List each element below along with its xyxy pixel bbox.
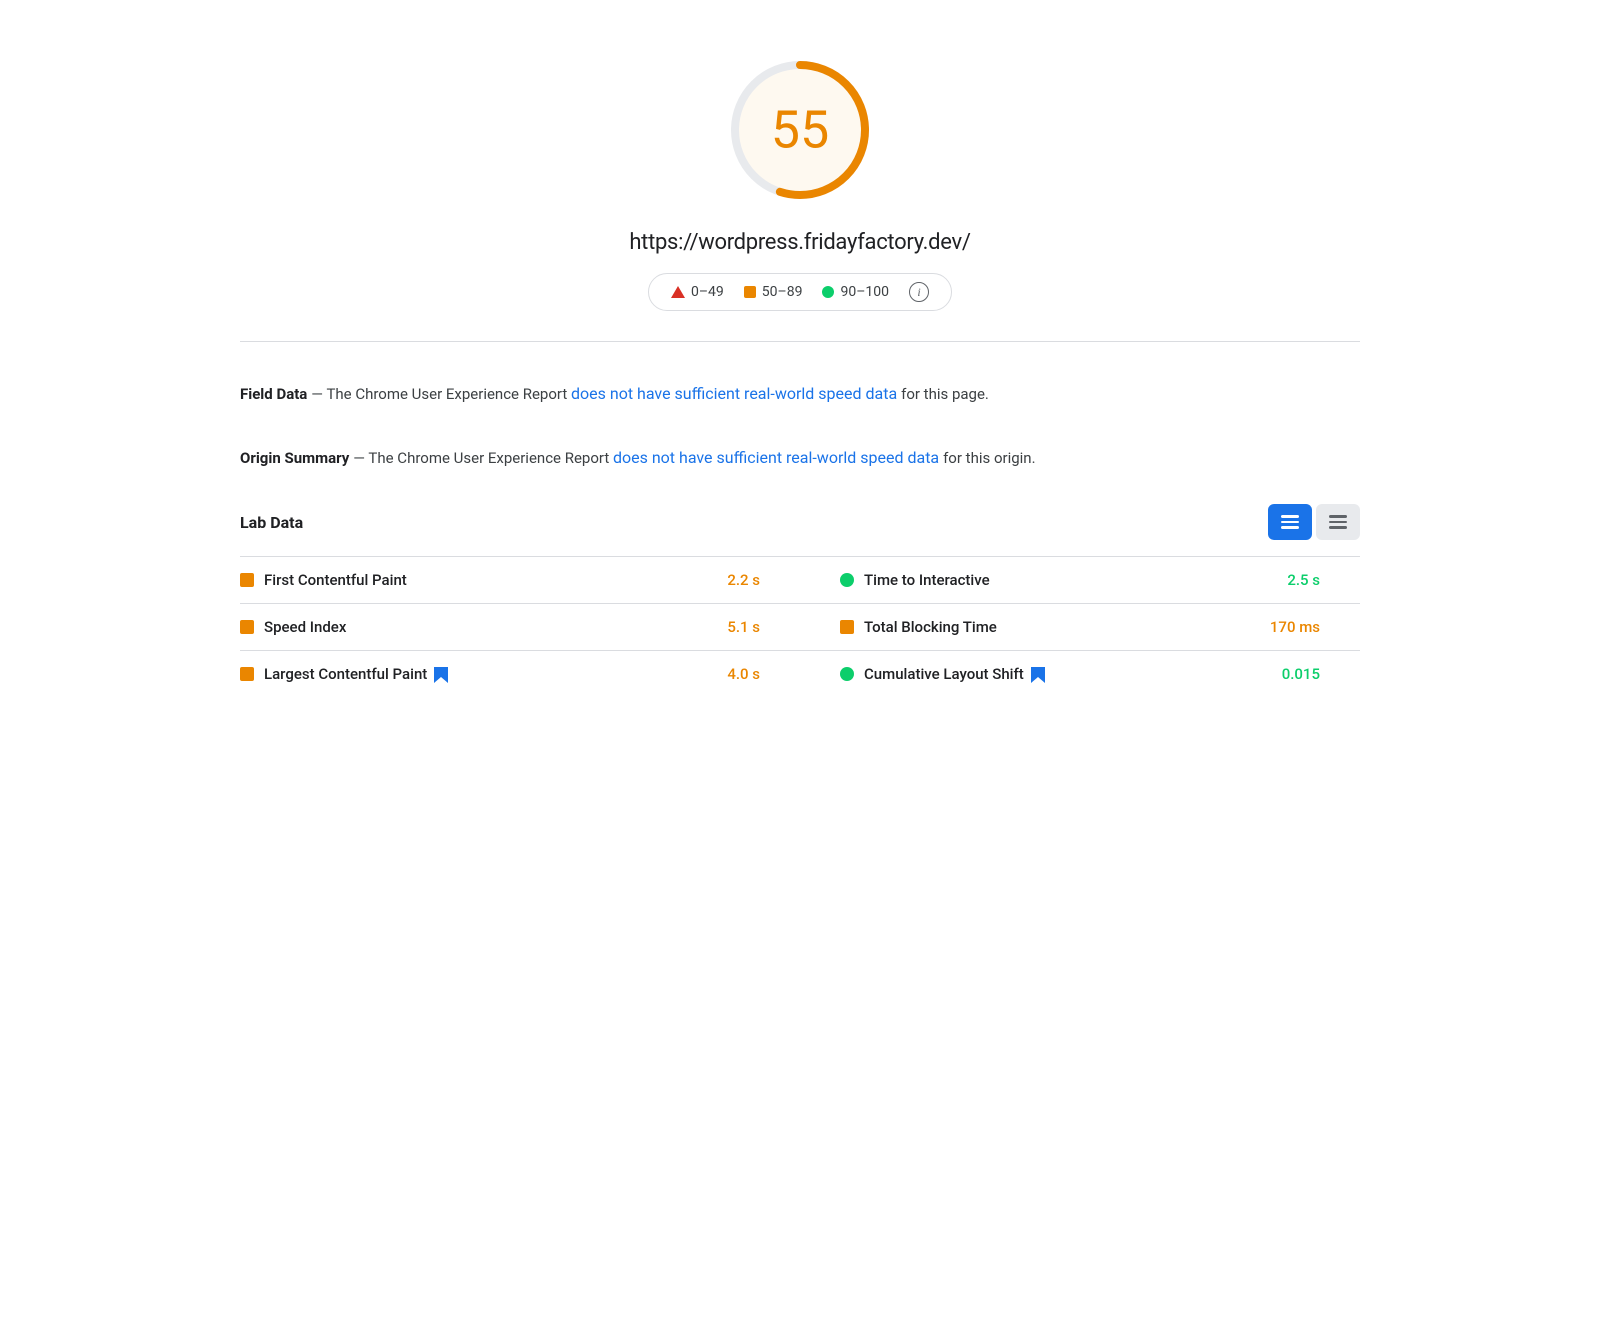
metric-row-si: Speed Index 5.1 s xyxy=(240,603,800,650)
average-icon xyxy=(744,286,756,298)
view-toggle xyxy=(1268,504,1360,540)
cls-value: 0.015 xyxy=(1282,665,1360,683)
list-lines-icon xyxy=(1329,515,1347,529)
field-data-text-before: The Chrome User Experience Report xyxy=(326,385,571,403)
info-icon[interactable]: i xyxy=(909,282,929,302)
score-legend: 0–49 50–89 90–100 i xyxy=(648,273,952,311)
divider xyxy=(240,341,1360,342)
lab-data-header: Lab Data xyxy=(240,494,1360,540)
legend-range-pass: 90–100 xyxy=(840,284,889,300)
si-icon xyxy=(240,620,254,634)
metric-row-cls: Cumulative Layout Shift 0.015 xyxy=(800,650,1360,697)
origin-summary-text-before: The Chrome User Experience Report xyxy=(368,449,613,467)
legend-range-average: 50–89 xyxy=(762,284,803,300)
metric-row-tti: Time to Interactive 2.5 s xyxy=(800,556,1360,603)
si-value: 5.1 s xyxy=(727,618,800,636)
lcp-bookmark-icon xyxy=(434,667,448,683)
origin-summary-link[interactable]: does not have sufficient real-world spee… xyxy=(613,448,939,467)
fcp-label: First Contentful Paint xyxy=(264,571,717,589)
field-data-text-after: for this page. xyxy=(901,385,989,403)
field-data-section: Field Data — The Chrome User Experience … xyxy=(240,366,1360,430)
tti-value: 2.5 s xyxy=(1287,571,1360,589)
legend-range-fail: 0–49 xyxy=(691,284,724,300)
tbt-value: 170 ms xyxy=(1270,618,1360,636)
origin-summary-text-after: for this origin. xyxy=(943,449,1035,467)
lcp-value: 4.0 s xyxy=(727,665,800,683)
origin-summary-section: Origin Summary — The Chrome User Experie… xyxy=(240,430,1360,494)
score-circle: 55 xyxy=(720,50,880,210)
score-url: https://wordpress.fridayfactory.dev/ xyxy=(629,230,970,255)
cls-icon xyxy=(840,667,854,681)
metric-row-tbt: Total Blocking Time 170 ms xyxy=(800,603,1360,650)
score-value: 55 xyxy=(771,100,829,161)
metrics-left-column: First Contentful Paint 2.2 s Speed Index… xyxy=(240,556,800,697)
legend-item-average: 50–89 xyxy=(744,284,803,300)
lab-data-title: Lab Data xyxy=(240,513,303,532)
toggle-list-button[interactable] xyxy=(1316,504,1360,540)
field-data-title: Field Data xyxy=(240,385,307,403)
pass-icon xyxy=(822,286,834,298)
metric-row-fcp: First Contentful Paint 2.2 s xyxy=(240,556,800,603)
tbt-label: Total Blocking Time xyxy=(864,618,1260,636)
field-data-link[interactable]: does not have sufficient real-world spee… xyxy=(571,384,897,403)
legend-item-pass: 90–100 xyxy=(822,284,889,300)
fail-icon xyxy=(671,286,685,298)
origin-summary-dash: — xyxy=(353,449,368,467)
fcp-icon xyxy=(240,573,254,587)
cls-bookmark-icon xyxy=(1031,667,1045,683)
lcp-icon xyxy=(240,667,254,681)
tti-label: Time to Interactive xyxy=(864,571,1277,589)
metrics-right-column: Time to Interactive 2.5 s Total Blocking… xyxy=(800,556,1360,697)
fcp-value: 2.2 s xyxy=(727,571,800,589)
tti-icon xyxy=(840,573,854,587)
tbt-icon xyxy=(840,620,854,634)
metrics-grid: First Contentful Paint 2.2 s Speed Index… xyxy=(240,556,1360,697)
grid-lines-icon xyxy=(1281,515,1299,529)
origin-summary-title: Origin Summary xyxy=(240,449,349,467)
legend-item-fail: 0–49 xyxy=(671,284,724,300)
toggle-grid-button[interactable] xyxy=(1268,504,1312,540)
cls-label: Cumulative Layout Shift xyxy=(864,665,1272,683)
field-data-dash: — xyxy=(311,385,326,403)
si-label: Speed Index xyxy=(264,618,717,636)
lab-data-section: Lab Data Fir xyxy=(240,494,1360,697)
metric-row-lcp: Largest Contentful Paint 4.0 s xyxy=(240,650,800,697)
score-section: 55 https://wordpress.fridayfactory.dev/ … xyxy=(240,20,1360,331)
lcp-label: Largest Contentful Paint xyxy=(264,665,717,683)
